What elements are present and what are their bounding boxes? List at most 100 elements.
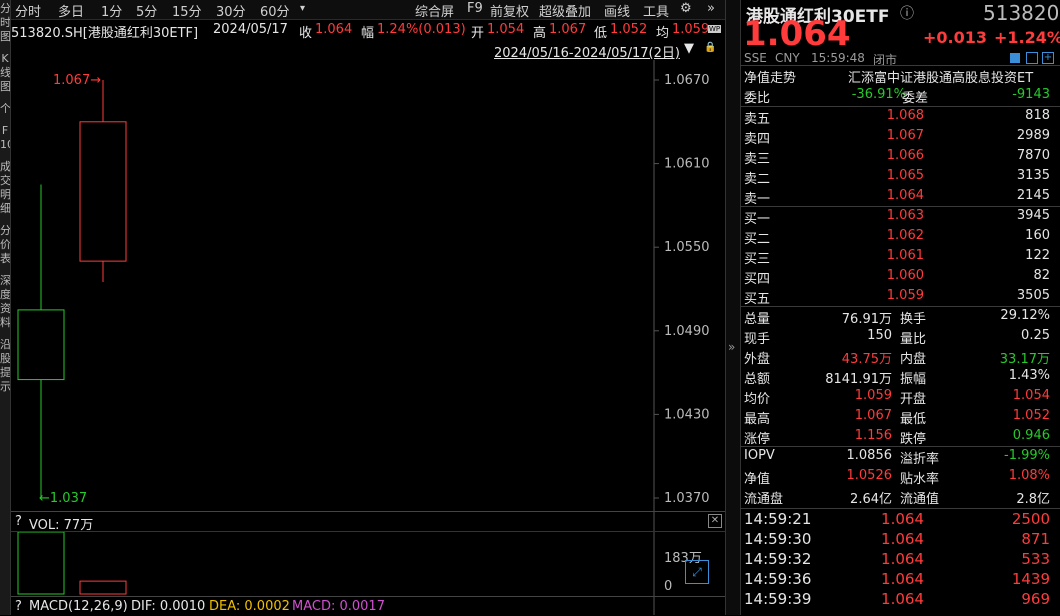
stat-label: 均价 bbox=[744, 392, 771, 407]
collapse-arrow-icon[interactable]: » bbox=[728, 340, 735, 354]
lock-icon[interactable]: 🔒 bbox=[704, 42, 716, 53]
price-change: +0.013 bbox=[923, 28, 988, 47]
stat-value: 8141.91万 bbox=[825, 372, 892, 387]
stat-label: 开盘 bbox=[900, 392, 927, 407]
bid-price: 1.060 bbox=[886, 268, 924, 283]
price-change-pct: +1.24% bbox=[994, 28, 1060, 47]
left-tab-strip[interactable]: 分时图K线图个F10成交明细分价表深度资料沿股提示 bbox=[0, 0, 11, 615]
f9-button[interactable]: F9 bbox=[467, 1, 483, 16]
ask-volume: 7870 bbox=[1016, 148, 1050, 163]
stat-label: 溢折率 bbox=[900, 452, 940, 467]
ask-volume: 2145 bbox=[1016, 188, 1050, 203]
y-tick-label: 1.0550 bbox=[664, 240, 710, 255]
left-strip-char: 资 bbox=[0, 302, 10, 315]
stat-value: 2.64亿 bbox=[850, 492, 892, 507]
left-strip-char: 10 bbox=[0, 138, 10, 151]
left-strip-char: 图 bbox=[0, 30, 10, 43]
stat-value: 1.156 bbox=[854, 428, 892, 443]
date-range-text[interactable]: 2024/05/16-2024/05/17(2日) bbox=[494, 42, 680, 61]
stat-value: 33.17万 bbox=[999, 352, 1050, 367]
left-strip-char: 深 bbox=[0, 274, 10, 287]
date-range-bar[interactable]: 2024/05/16-2024/05/17(2日) ▼ 🔒 bbox=[490, 41, 725, 61]
order-ratio-label: 委比 bbox=[744, 91, 771, 106]
stat-label: IOPV bbox=[744, 448, 775, 463]
macd-value: MACD: 0.0017 bbox=[292, 599, 385, 614]
range-dropdown-icon[interactable]: ▼ bbox=[684, 41, 694, 56]
ask-label: 卖三 bbox=[744, 152, 771, 167]
period-dropdown-icon[interactable]: ▾ bbox=[300, 3, 305, 14]
edit-icon[interactable] bbox=[1010, 53, 1020, 63]
left-strip-char: 个 bbox=[0, 102, 10, 115]
stat-label: 总额 bbox=[744, 372, 771, 387]
draw-line-button[interactable]: 画线 bbox=[604, 1, 630, 20]
high-label: 高 bbox=[533, 26, 547, 41]
nav-trend-label[interactable]: 净值走势 bbox=[744, 67, 796, 86]
volume-zero-label: 0 bbox=[664, 579, 672, 594]
close-icon[interactable]: ✕ bbox=[708, 514, 722, 528]
avg-value: 1.059 bbox=[672, 22, 710, 37]
nav-trend-row[interactable]: 净值走势 汇添富中证港股通高股息投资ET bbox=[740, 66, 1060, 86]
left-strip-char: 线 bbox=[0, 66, 10, 79]
chart-toolbar: 分时 多日 1分 5分 15分 30分 60分 ▾ 综合屏 F9 前复权 超级叠… bbox=[11, 0, 725, 20]
bid-volume: 3945 bbox=[1016, 208, 1050, 223]
bid-row: 买一 1.063 3945 bbox=[740, 207, 1060, 227]
gear-icon[interactable]: ⚙ bbox=[680, 1, 692, 16]
more-icon[interactable]: » bbox=[707, 1, 715, 16]
panel-splitter[interactable]: » bbox=[725, 0, 741, 615]
y-tick-label: 1.0670 bbox=[664, 73, 710, 88]
super-overlay-button[interactable]: 超级叠加 bbox=[539, 1, 591, 20]
open-value: 1.054 bbox=[487, 22, 525, 37]
tick-time: 14:59:21 bbox=[744, 510, 812, 528]
expand-icon[interactable]: ⤢ bbox=[685, 560, 709, 584]
tick-price: 1.064 bbox=[881, 550, 924, 568]
tab-15min[interactable]: 15分 bbox=[172, 1, 202, 20]
macd-help-icon[interactable]: ? bbox=[15, 599, 22, 614]
candle-body[interactable] bbox=[17, 309, 65, 381]
tab-intraday[interactable]: 分时 bbox=[15, 1, 41, 20]
composite-screen-button[interactable]: 综合屏 bbox=[415, 1, 454, 20]
info-icon[interactable]: ⓘ bbox=[900, 3, 914, 23]
tab-30min[interactable]: 30分 bbox=[216, 1, 246, 20]
tab-5min[interactable]: 5分 bbox=[136, 1, 157, 20]
left-strip-char: K bbox=[1, 52, 9, 65]
add-icon[interactable]: + bbox=[1042, 52, 1054, 64]
tick-price: 1.064 bbox=[881, 530, 924, 548]
bid-row: 买二 1.062 160 bbox=[740, 227, 1060, 247]
bid-price: 1.061 bbox=[886, 248, 924, 263]
left-strip-char: 股 bbox=[0, 352, 10, 365]
tick-time: 14:59:32 bbox=[744, 550, 812, 568]
currency-label: CNY bbox=[775, 51, 800, 65]
stat-label: 总量 bbox=[744, 312, 771, 327]
tab-multi-day[interactable]: 多日 bbox=[58, 1, 84, 20]
ask-row: 卖二 1.065 3135 bbox=[740, 167, 1060, 187]
tools-button[interactable]: 工具 bbox=[643, 1, 669, 20]
volume-bar bbox=[17, 531, 65, 595]
left-strip-char: 表 bbox=[0, 252, 10, 265]
stat-row: 总额 8141.91万 振幅 1.43% bbox=[740, 367, 1060, 387]
y-tick-label: 1.0490 bbox=[664, 324, 710, 339]
volume-label: VOL: 77万 bbox=[29, 518, 94, 533]
high-marker: 1.067→ bbox=[53, 73, 101, 88]
tab-1min[interactable]: 1分 bbox=[101, 1, 122, 20]
macd-dea: DEA: 0.0002 bbox=[209, 599, 290, 614]
security-code: 513820 bbox=[983, 1, 1060, 25]
left-strip-char: 明 bbox=[0, 188, 10, 201]
stat-row: 均价 1.059 开盘 1.054 bbox=[740, 387, 1060, 407]
left-strip-char: 细 bbox=[0, 202, 10, 215]
order-diff-value: -9143 bbox=[1012, 87, 1050, 102]
ask-price: 1.067 bbox=[886, 128, 924, 143]
ask-price: 1.066 bbox=[886, 148, 924, 163]
left-strip-char: 分 bbox=[0, 224, 10, 237]
wp-badge[interactable]: WP bbox=[708, 25, 722, 33]
tab-60min[interactable]: 60分 bbox=[260, 1, 290, 20]
volume-help-icon[interactable]: ? bbox=[15, 514, 22, 529]
forward-adjust-button[interactable]: 前复权 bbox=[490, 1, 529, 20]
candles[interactable]: 1.067→ ←1.037 bbox=[17, 73, 127, 506]
window-icon[interactable] bbox=[1026, 52, 1038, 64]
quote-time: 15:59:48 bbox=[811, 51, 865, 65]
ask-price: 1.068 bbox=[886, 108, 924, 123]
candle-body[interactable] bbox=[79, 121, 127, 262]
tick-row: 14:59:39 1.064 969 bbox=[740, 589, 1060, 609]
stat-value: -1.99% bbox=[1004, 448, 1050, 463]
tick-row: 14:59:32 1.064 533 bbox=[740, 549, 1060, 569]
